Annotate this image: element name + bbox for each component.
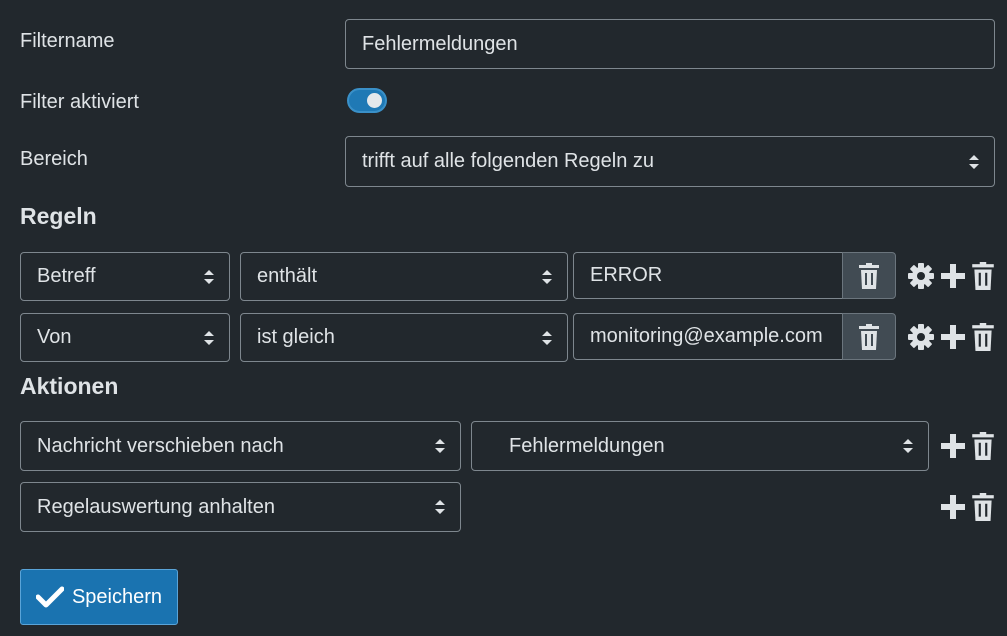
- sort-icon: [541, 268, 553, 286]
- plus-icon[interactable]: [939, 262, 967, 290]
- trash-icon[interactable]: [970, 493, 996, 521]
- rule-operator-select[interactable]: ist gleich: [240, 313, 568, 362]
- rule-value-input[interactable]: monitoring@example.com: [573, 313, 843, 360]
- save-button-label: Speichern: [71, 585, 163, 608]
- enabled-label: Filter aktiviert: [20, 91, 139, 113]
- sort-icon: [968, 153, 980, 171]
- actions-heading: Aktionen: [20, 373, 119, 399]
- action-target-value: Fehlermeldungen: [509, 434, 665, 457]
- action-type-select[interactable]: Regelauswertung anhalten: [20, 482, 461, 532]
- rule-header-select[interactable]: Von: [20, 313, 230, 362]
- check-icon: [35, 586, 64, 608]
- rule-operator-value: enthält: [257, 265, 318, 287]
- scope-select-value: trifft auf alle folgenden Regeln zu: [362, 150, 655, 172]
- action-type-value: Regelauswertung anhalten: [37, 495, 275, 518]
- filtername-input[interactable]: Fehlermeldungen: [345, 19, 995, 69]
- sort-icon: [434, 437, 446, 455]
- action-type-select[interactable]: Nachricht verschieben nach: [20, 421, 461, 471]
- sort-icon: [203, 268, 215, 286]
- toggle-knob: [367, 93, 382, 108]
- sort-icon: [434, 498, 446, 516]
- rules-heading: Regeln: [20, 203, 97, 229]
- action-target-folder-select[interactable]: Fehlermeldungen: [471, 421, 929, 471]
- gear-icon[interactable]: [907, 262, 935, 290]
- rule-value-clear-button[interactable]: [842, 252, 896, 299]
- sort-icon: [541, 329, 553, 347]
- rule-value-clear-button[interactable]: [842, 313, 896, 360]
- sort-icon: [902, 437, 914, 455]
- rule-header-select[interactable]: Betreff: [20, 252, 230, 301]
- enabled-toggle[interactable]: [347, 88, 387, 113]
- plus-icon[interactable]: [939, 493, 967, 521]
- rule-header-value: Betreff: [37, 265, 96, 287]
- rule-header-value: Von: [37, 326, 72, 348]
- save-button[interactable]: Speichern: [20, 569, 178, 625]
- plus-icon[interactable]: [939, 432, 967, 460]
- filtername-label: Filtername: [20, 30, 115, 52]
- trash-icon[interactable]: [970, 262, 996, 290]
- scope-label: Bereich: [20, 148, 88, 170]
- trash-icon: [858, 323, 880, 350]
- rule-value-input[interactable]: ERROR: [573, 252, 843, 299]
- trash-icon[interactable]: [970, 432, 996, 460]
- gear-icon[interactable]: [907, 323, 935, 351]
- trash-icon[interactable]: [970, 323, 996, 351]
- sort-icon: [203, 329, 215, 347]
- action-type-value: Nachricht verschieben nach: [37, 434, 284, 457]
- scope-select[interactable]: trifft auf alle folgenden Regeln zu: [345, 136, 995, 187]
- plus-icon[interactable]: [939, 323, 967, 351]
- rule-operator-value: ist gleich: [257, 326, 335, 348]
- trash-icon: [858, 262, 880, 289]
- rule-operator-select[interactable]: enthält: [240, 252, 568, 301]
